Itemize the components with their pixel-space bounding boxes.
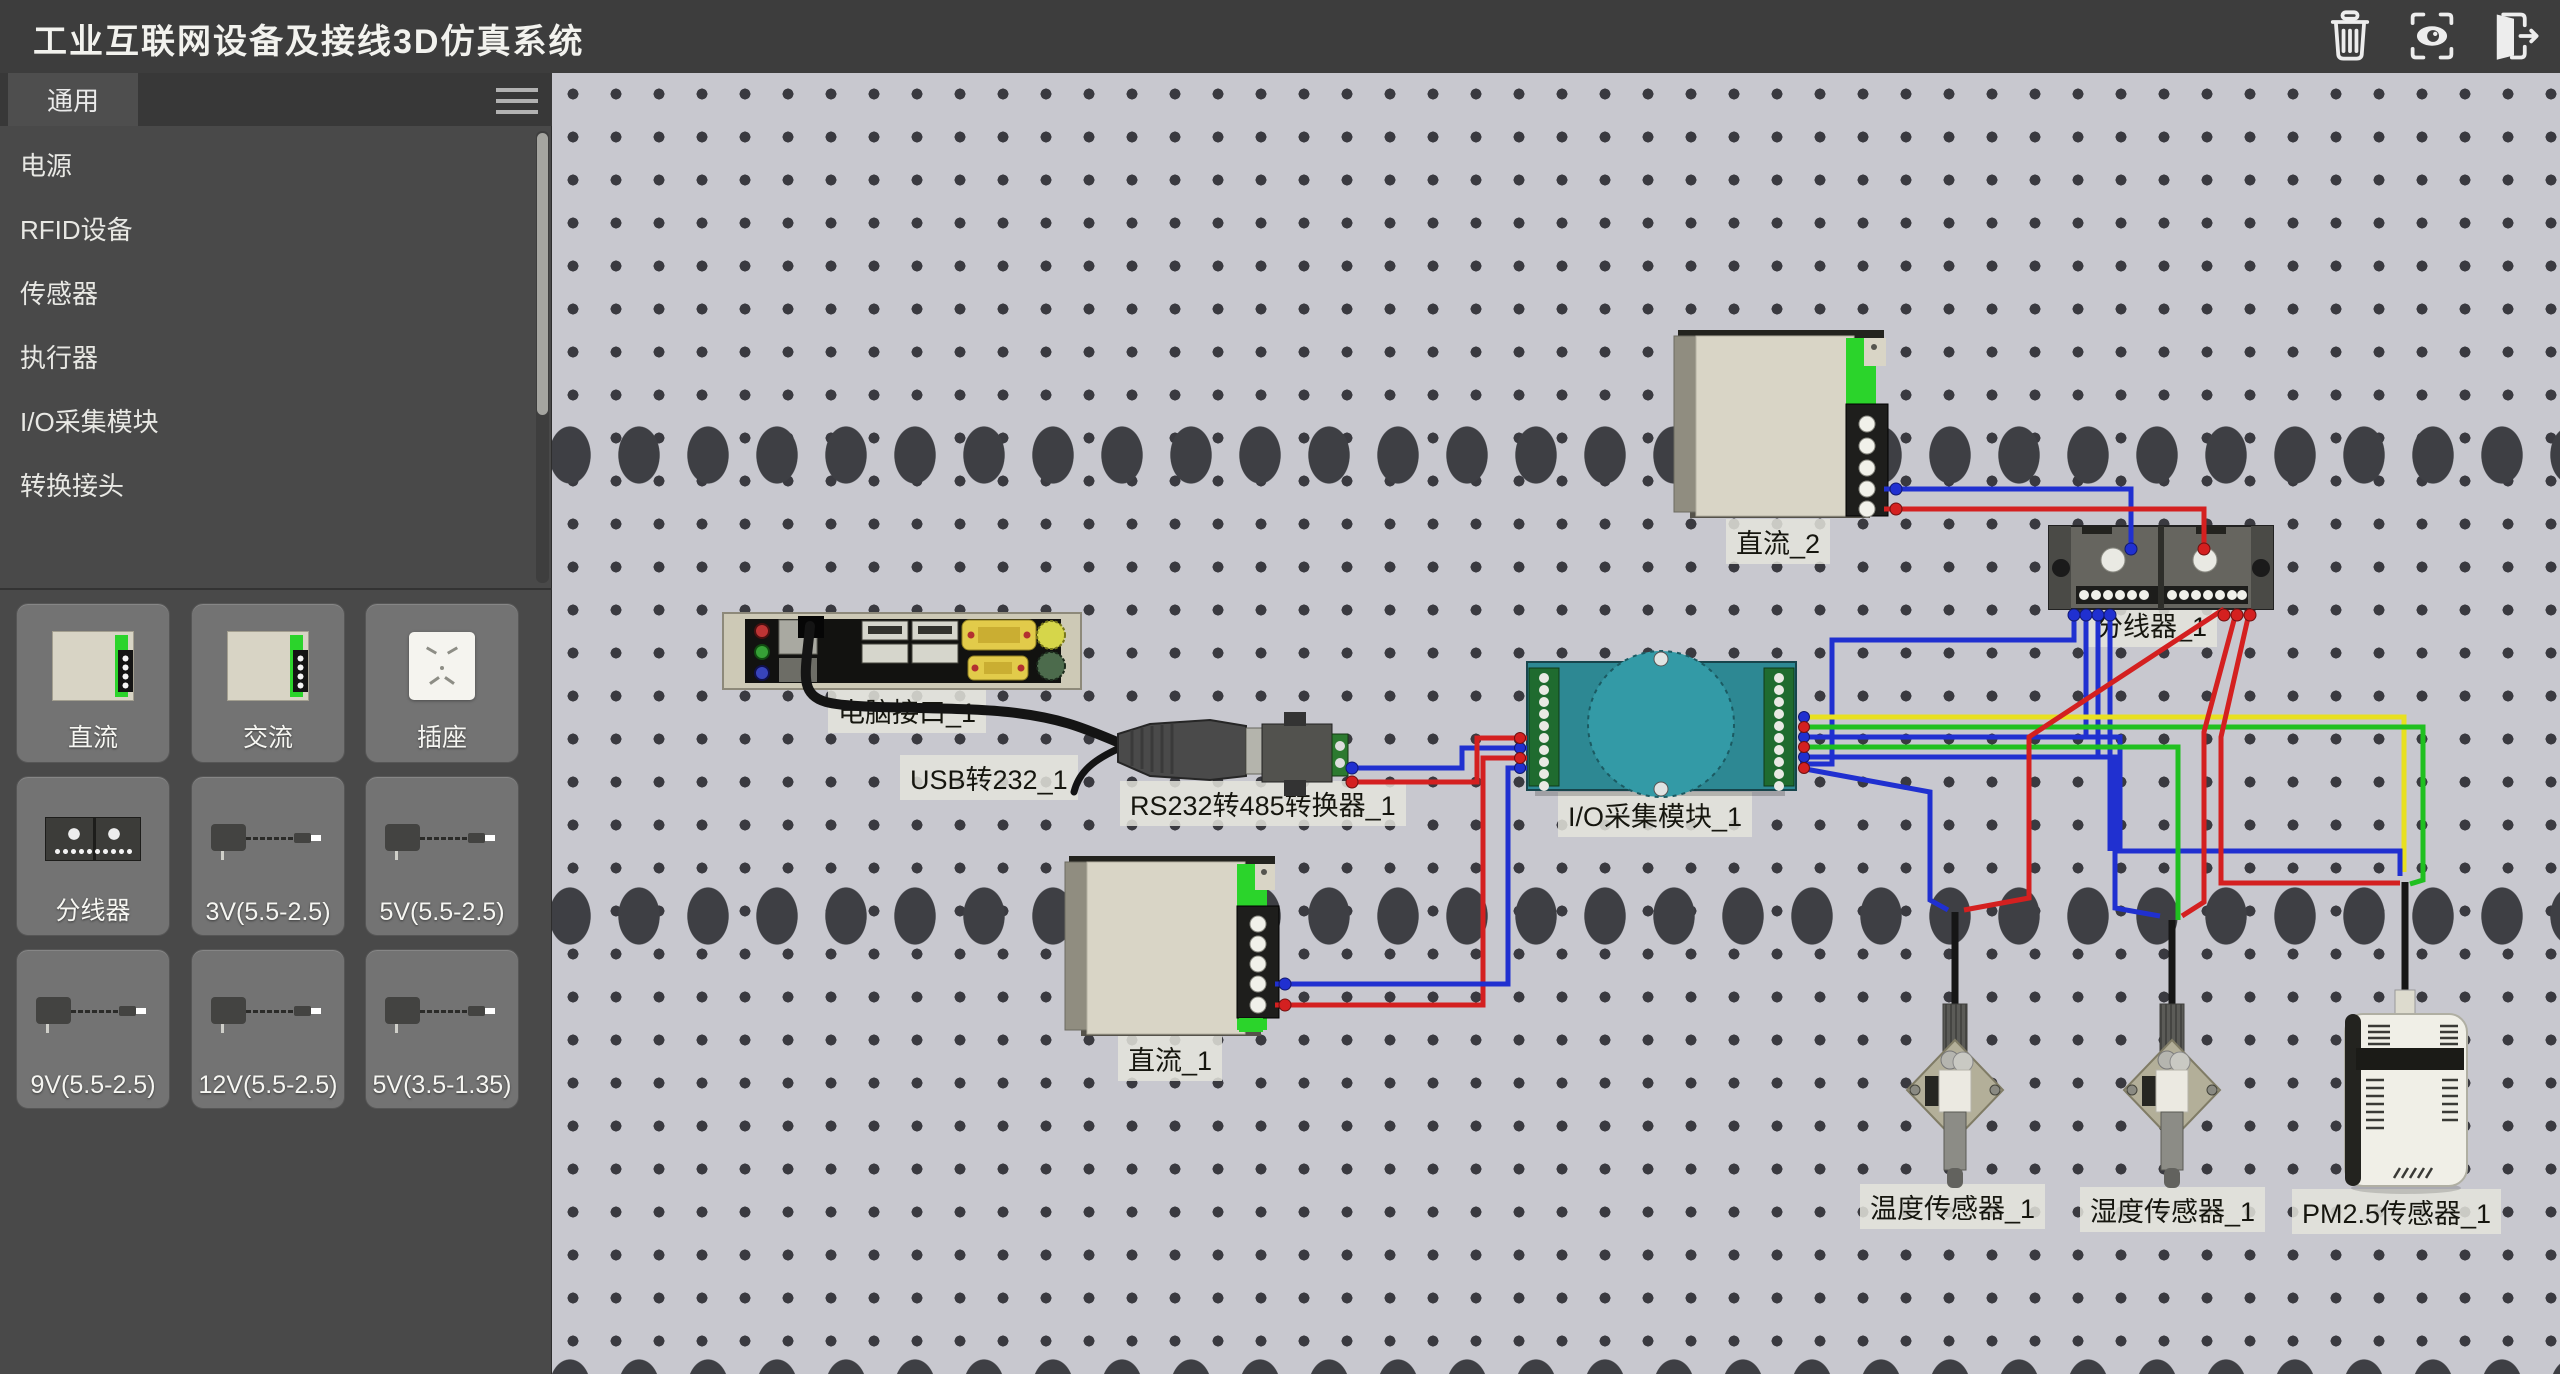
menu-icon[interactable] (496, 88, 538, 114)
device-label-pc1: 电脑接口_1 (828, 688, 986, 733)
palette-tab-bar: 通用 (0, 73, 552, 126)
palette-tile-12v[interactable]: 12V(5.5-2.5) (191, 949, 345, 1109)
palette-tile-splitter[interactable]: 分线器 (16, 776, 170, 936)
adapter-icon (207, 816, 329, 862)
device-label-hum1: 湿度传感器_1 (2080, 1187, 2265, 1232)
device-label-usb232: USB转232_1 (900, 755, 1078, 800)
device-label-rs485: RS232转485转换器_1 (1120, 781, 1406, 826)
sidebar-item-rfid[interactable]: RFID设备 (20, 196, 500, 260)
view-focus-icon[interactable] (2406, 8, 2458, 64)
pegboard-hole-band (552, 885, 2560, 947)
tab-general[interactable]: 通用 (8, 73, 138, 126)
sidebar-item-sensor[interactable]: 传感器 (20, 260, 500, 324)
device-label-io1: I/O采集模块_1 (1558, 792, 1752, 837)
adapter-icon (381, 989, 503, 1035)
device-label-pm251: PM2.5传感器_1 (2292, 1189, 2501, 1234)
palette-tile-socket[interactable]: 插座 (365, 603, 519, 763)
trash-icon[interactable] (2324, 8, 2376, 64)
sidebar-scrollbar[interactable] (536, 131, 549, 583)
palette-tile-ac[interactable]: 交流 (191, 603, 345, 763)
sidebar-scrollbar-thumb[interactable] (537, 133, 548, 415)
adapter-icon (32, 989, 154, 1035)
device-label-splitter1: 分线器_1 (2086, 602, 2217, 647)
palette-tile-5v-135[interactable]: 5V(3.5-1.35) (365, 949, 519, 1109)
device-label-dc2: 直流_2 (1726, 519, 1830, 564)
palette-tile-5v[interactable]: 5V(5.5-2.5) (365, 776, 519, 936)
sidebar-divider (0, 588, 552, 590)
palette-tile-9v[interactable]: 9V(5.5-2.5) (16, 949, 170, 1109)
device-label-dc1: 直流_1 (1118, 1036, 1222, 1081)
device-label-temp1: 温度传感器_1 (1860, 1184, 2045, 1229)
component-palette-sidebar: 通用 电源 RFID设备 传感器 执行器 I/O采集模块 转换接头 直流 交流 … (0, 73, 552, 1374)
category-list: 电源 RFID设备 传感器 执行器 I/O采集模块 转换接头 (0, 126, 552, 588)
pegboard-hole-band (552, 1357, 2560, 1374)
dc-supply-icon (52, 631, 134, 701)
socket-icon (409, 632, 475, 700)
title-bar: 工业互联网设备及接线3D仿真系统 (0, 0, 2560, 73)
exit-icon[interactable] (2488, 8, 2540, 64)
palette-tile-dc[interactable]: 直流 (16, 603, 170, 763)
sidebar-item-power[interactable]: 电源 (20, 132, 500, 196)
app-title: 工业互联网设备及接线3D仿真系统 (33, 14, 584, 63)
sidebar-item-actuator[interactable]: 执行器 (20, 324, 500, 388)
sidebar-item-io-module[interactable]: I/O采集模块 (20, 388, 500, 452)
palette-tile-3v[interactable]: 3V(5.5-2.5) (191, 776, 345, 936)
splitter-icon (45, 817, 141, 861)
app-window: 直流_2 分线器_1 电脑接口_1 USB转232_1 RS232转485转换器… (0, 0, 2560, 1374)
adapter-icon (381, 816, 503, 862)
pegboard-hole-band (552, 424, 2560, 486)
sidebar-item-adapter[interactable]: 转换接头 (20, 452, 500, 516)
ac-supply-icon (227, 631, 309, 701)
adapter-icon (207, 989, 329, 1035)
